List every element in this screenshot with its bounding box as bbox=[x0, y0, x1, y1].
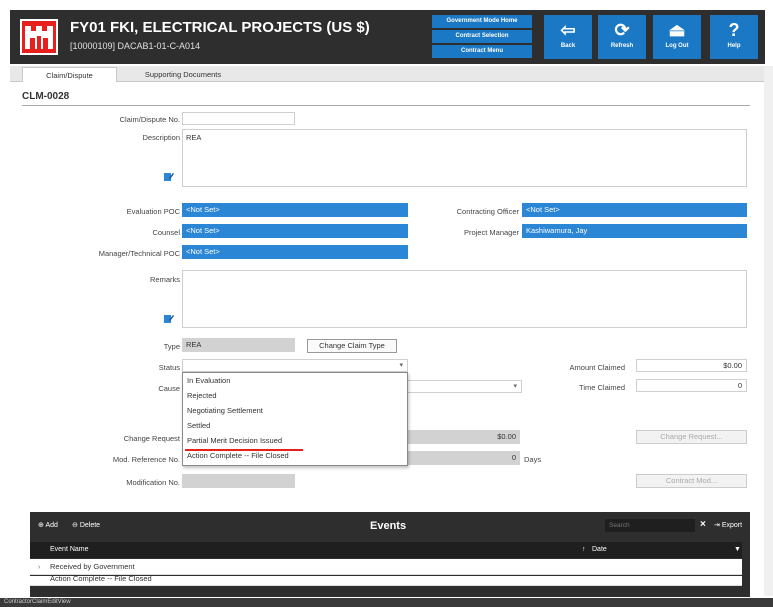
time-claimed-input[interactable]: 0 bbox=[636, 379, 747, 392]
modification-no-field bbox=[182, 474, 295, 488]
help-icon: ? bbox=[728, 20, 740, 40]
tab-bar: Claim/Dispute Supporting Documents bbox=[10, 66, 765, 82]
chevron-down-icon: ▾ bbox=[399, 362, 403, 369]
claim-no-input[interactable] bbox=[182, 112, 295, 125]
contracting-officer-field[interactable]: <Not Set> bbox=[522, 203, 747, 217]
status-option-partial-merit-decision-issued[interactable]: Partial Merit Decision Issued bbox=[183, 433, 407, 448]
days-unit-label: Days bbox=[524, 455, 542, 464]
chevron-down-icon: ▾ bbox=[513, 383, 517, 390]
table-row[interactable]: › Received by Government bbox=[30, 559, 742, 575]
description-label: Description bbox=[142, 133, 180, 142]
contract-number: [10000109] DACAB1-01-C-A014 bbox=[70, 41, 201, 51]
contract-selection-link[interactable]: Contract Selection bbox=[432, 30, 532, 43]
claim-no-label: Claim/Dispute No. bbox=[119, 115, 180, 124]
remarks-textarea[interactable] bbox=[182, 270, 747, 328]
date-column-header[interactable]: Date bbox=[592, 542, 607, 558]
contract-menu-link[interactable]: Contract Menu bbox=[432, 45, 532, 58]
project-manager-field[interactable]: Kashiwamura, Jay bbox=[522, 224, 747, 238]
divider bbox=[22, 105, 750, 106]
tab-supporting-documents[interactable]: Supporting Documents bbox=[128, 67, 238, 82]
evaluation-poc-field[interactable]: <Not Set> bbox=[182, 203, 408, 217]
export-icon: ⇥ bbox=[714, 522, 720, 529]
edit-note-icon[interactable] bbox=[164, 314, 174, 324]
log-out-button[interactable]: ⏏ Log Out bbox=[653, 15, 701, 59]
change-request-amount: $0.00 bbox=[408, 430, 520, 444]
status-bar: ContractorClaimEditView bbox=[0, 598, 773, 607]
counsel-field[interactable]: <Not Set> bbox=[182, 224, 408, 238]
time-claimed-label: Time Claimed bbox=[579, 383, 625, 392]
change-request-label: Change Request bbox=[123, 434, 180, 443]
status-dropdown-list: In Evaluation Rejected Negotiating Settl… bbox=[182, 372, 408, 466]
status-option-in-evaluation[interactable]: In Evaluation bbox=[183, 373, 407, 388]
event-name-column-header[interactable]: Event Name bbox=[50, 542, 89, 558]
contract-title: FY01 FKI, ELECTRICAL PROJECTS (US $) bbox=[70, 19, 370, 36]
amount-claimed-label: Amount Claimed bbox=[569, 363, 625, 372]
contract-mod-button[interactable]: Contract Mod... bbox=[636, 474, 747, 488]
refresh-button-label: Refresh bbox=[610, 43, 634, 49]
table-row[interactable]: Action Complete -- File Closed bbox=[30, 576, 742, 586]
log-out-button-label: Log Out bbox=[665, 43, 689, 49]
counsel-label: Counsel bbox=[152, 228, 180, 237]
amount-claimed-input[interactable]: $0.00 bbox=[636, 359, 747, 372]
filter-icon[interactable]: ▼ bbox=[734, 542, 741, 558]
events-grid-header: Event Name ↑ Date ▼ bbox=[30, 542, 742, 558]
events-toolbar: ⊕ Add ⊖ Delete Events Search × ⇥ Export bbox=[30, 512, 750, 540]
events-search-input[interactable]: Search bbox=[605, 519, 695, 532]
add-event-label: Add bbox=[45, 522, 58, 529]
log-out-icon: ⏏ bbox=[668, 20, 686, 40]
status-option-settled[interactable]: Settled bbox=[183, 418, 407, 433]
sort-icon[interactable]: ↑ bbox=[582, 542, 586, 558]
manager-technical-poc-field[interactable]: <Not Set> bbox=[182, 245, 408, 259]
change-claim-type-button[interactable]: Change Claim Type bbox=[307, 339, 397, 353]
event-name-cell: Received by Government bbox=[50, 562, 135, 571]
type-label: Type bbox=[163, 342, 180, 351]
status-option-rejected[interactable]: Rejected bbox=[183, 388, 407, 403]
cause-label: Cause bbox=[158, 384, 180, 393]
vertical-scrollbar[interactable] bbox=[764, 66, 773, 596]
government-mode-home-link[interactable]: Government Mode Home bbox=[432, 15, 532, 28]
manager-technical-poc-label: Manager/Technical POC bbox=[98, 249, 180, 258]
add-icon: ⊕ bbox=[38, 522, 44, 529]
row-expand-icon[interactable]: › bbox=[38, 559, 41, 575]
project-manager-label: Project Manager bbox=[463, 228, 519, 237]
status-label: Status bbox=[158, 363, 180, 372]
delete-event-label: Delete bbox=[79, 522, 101, 529]
event-name-cell: Action Complete -- File Closed bbox=[50, 576, 152, 583]
highlight-underline bbox=[185, 449, 303, 451]
contracting-officer-label: Contracting Officer bbox=[456, 207, 519, 216]
change-request-button[interactable]: Change Request... bbox=[636, 430, 747, 444]
usace-castle-logo bbox=[20, 19, 58, 55]
delete-icon: ⊖ bbox=[72, 522, 78, 529]
app-header: FY01 FKI, ELECTRICAL PROJECTS (US $) [10… bbox=[10, 10, 765, 64]
export-label: Export bbox=[721, 522, 743, 529]
refresh-button[interactable]: ⟳ Refresh bbox=[598, 15, 646, 59]
edit-note-icon[interactable] bbox=[164, 172, 174, 182]
delete-event-button[interactable]: ⊖ Delete bbox=[72, 521, 100, 529]
mod-reference-days: 0 bbox=[408, 451, 520, 465]
mod-reference-label: Mod. Reference No. bbox=[112, 455, 180, 464]
modification-no-label: Modification No. bbox=[126, 478, 180, 487]
status-select[interactable]: ▾ bbox=[182, 359, 408, 372]
refresh-icon: ⟳ bbox=[614, 20, 630, 40]
export-button[interactable]: ⇥ Export bbox=[714, 521, 742, 529]
back-button[interactable]: ⇦ Back bbox=[544, 15, 592, 59]
evaluation-poc-label: Evaluation POC bbox=[126, 207, 180, 216]
help-button[interactable]: ? Help bbox=[710, 15, 758, 59]
events-panel: ⊕ Add ⊖ Delete Events Search × ⇥ Export … bbox=[30, 512, 750, 597]
events-title: Events bbox=[370, 520, 407, 532]
app-window: FY01 FKI, ELECTRICAL PROJECTS (US $) [10… bbox=[0, 0, 773, 607]
header-nav-links: Government Mode Home Contract Selection … bbox=[432, 15, 532, 60]
clear-search-icon[interactable]: × bbox=[700, 519, 706, 530]
arrow-left-icon: ⇦ bbox=[560, 20, 576, 40]
back-button-label: Back bbox=[560, 43, 576, 49]
type-field: REA bbox=[182, 338, 295, 352]
help-button-label: Help bbox=[727, 43, 741, 49]
status-option-negotiating-settlement[interactable]: Negotiating Settlement bbox=[183, 403, 407, 418]
description-textarea[interactable]: REA bbox=[182, 129, 747, 187]
add-event-button[interactable]: ⊕ Add bbox=[38, 521, 58, 529]
record-id: CLM-0028 bbox=[22, 91, 70, 102]
tab-claim-dispute[interactable]: Claim/Dispute bbox=[22, 67, 117, 82]
remarks-label: Remarks bbox=[149, 275, 180, 284]
